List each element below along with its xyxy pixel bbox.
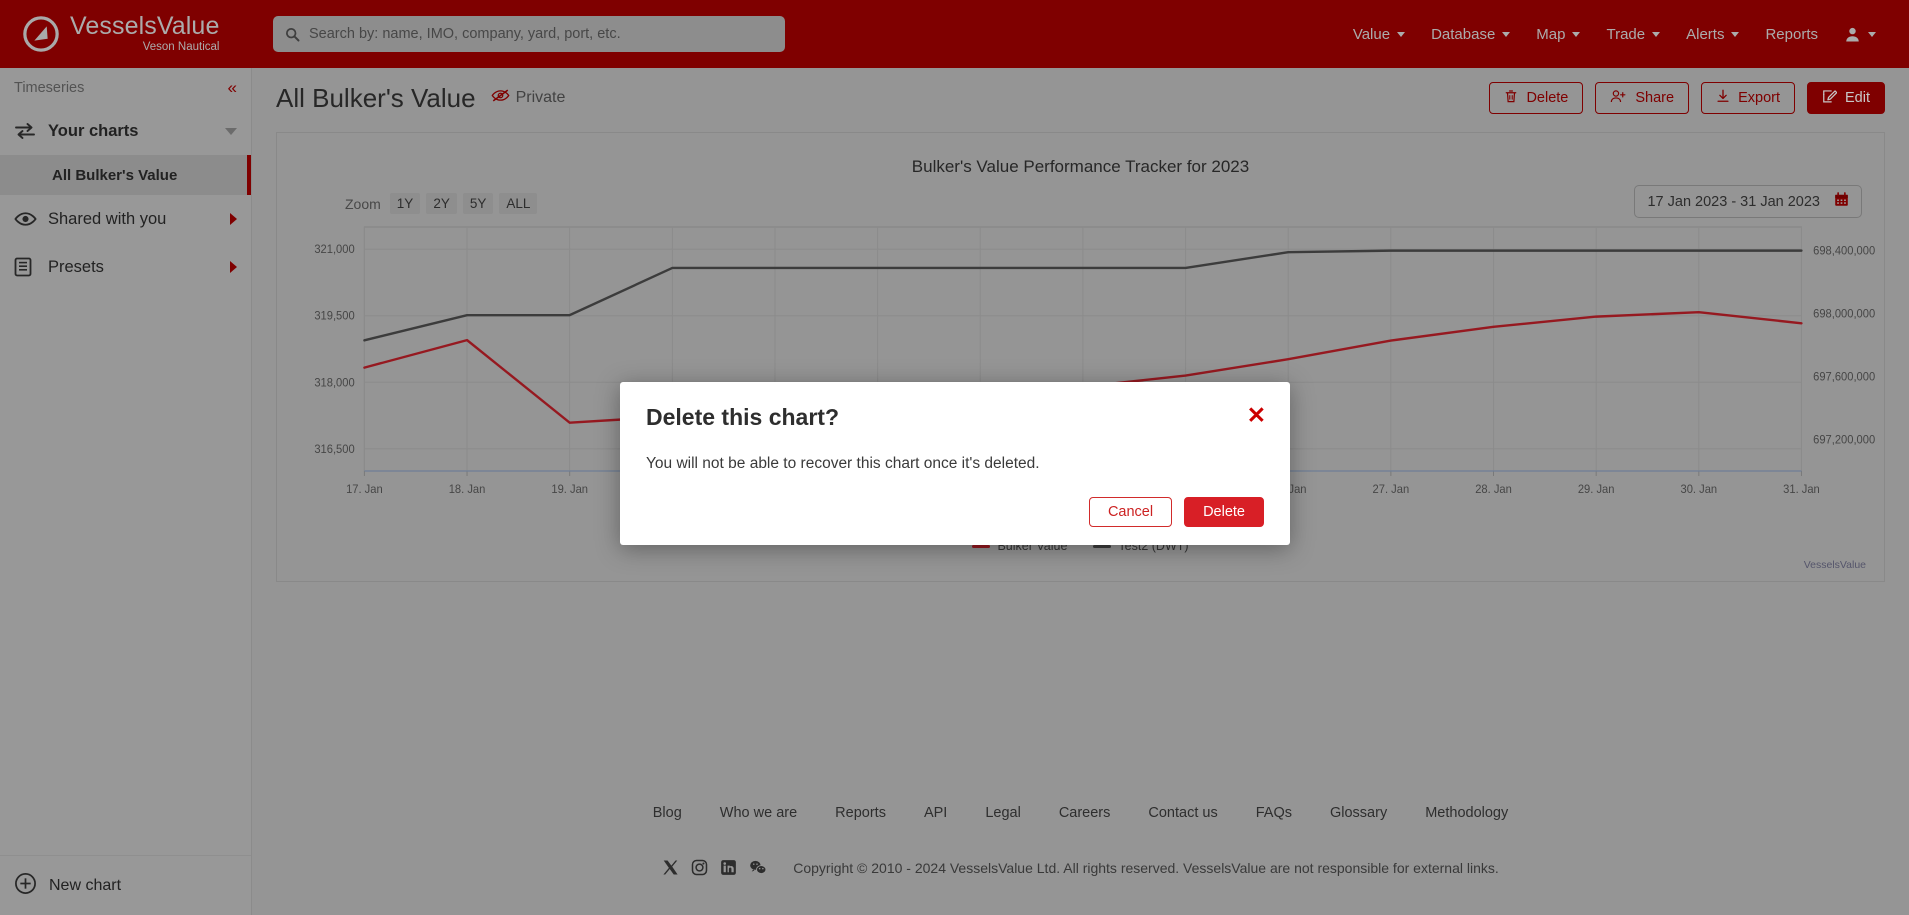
modal-title: Delete this chart? (646, 404, 1264, 431)
modal-body-text: You will not be able to recover this cha… (646, 455, 1264, 473)
cancel-button[interactable]: Cancel (1089, 497, 1172, 527)
delete-chart-modal: Delete this chart? ✕ You will not be abl… (620, 382, 1290, 545)
confirm-delete-button[interactable]: Delete (1184, 497, 1264, 527)
modal-actions: Cancel Delete (646, 497, 1264, 527)
close-icon[interactable]: ✕ (1247, 404, 1266, 427)
